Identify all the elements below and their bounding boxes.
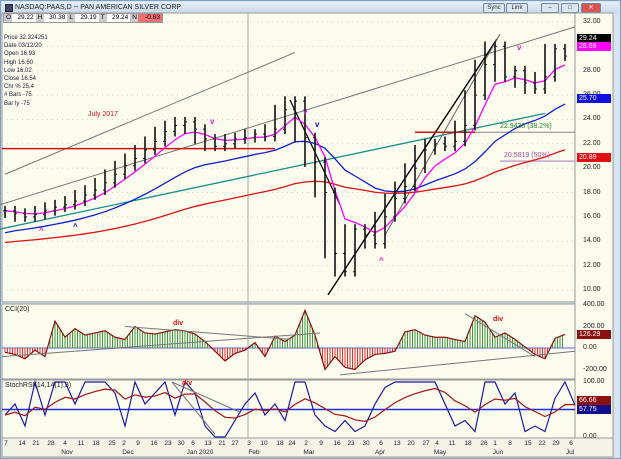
date-tick-label: 16: [150, 440, 158, 447]
month-label: Apr: [374, 449, 386, 456]
price-badge: 20.89: [577, 153, 611, 162]
date-tick-label: 4: [63, 440, 67, 447]
month-label: May: [433, 449, 447, 456]
chart-overlay: 32.0030.0028.0026.0024.0022.0020.0018.00…: [0, 0, 621, 459]
price-tick-label: 28.00: [583, 66, 601, 74]
date-tick-label: 16: [333, 440, 341, 447]
cci-value-badge: 126.29: [577, 330, 611, 339]
date-tick-label: 1: [493, 440, 497, 447]
price-tick-label: 20.00: [583, 164, 601, 172]
wave-marker: ^: [39, 226, 44, 235]
date-tick-label: 6: [191, 440, 195, 447]
date-tick-label: 28: [47, 440, 55, 447]
date-tick-label: 26: [480, 440, 488, 447]
date-tick-label: 2: [122, 440, 126, 447]
price-tick-label: 24.00: [583, 115, 601, 123]
month-label: Mar: [303, 449, 315, 456]
cci-tick-label: 400.00: [583, 301, 605, 308]
date-tick-label: 23: [347, 440, 355, 447]
date-tick-label: 11: [448, 440, 456, 447]
date-tick-label: 29: [552, 440, 560, 447]
price-tick-label: 14.00: [583, 237, 601, 245]
wave-marker: v: [517, 43, 522, 52]
cci-div-label: div: [173, 320, 184, 327]
price-tick-label: 18.00: [583, 188, 601, 196]
price-tick-label: 16.00: [583, 212, 601, 220]
price-badge: 28.69: [577, 42, 611, 51]
date-tick-label: 13: [204, 440, 212, 447]
date-tick-label: 21: [32, 440, 40, 447]
date-tick-label: 27: [231, 440, 239, 447]
month-label: Jan 2020: [186, 449, 214, 456]
date-tick-label: 13: [393, 440, 401, 447]
date-tick-label: 21: [218, 440, 226, 447]
date-tick-label: 27: [422, 440, 430, 447]
date-tick-label: 14: [18, 440, 26, 447]
month-label: Nov: [61, 449, 73, 456]
date-tick-label: 22: [538, 440, 546, 447]
july-2017-label: July 2017: [88, 111, 118, 118]
date-tick-label: 9: [136, 440, 140, 447]
date-tick-label: 7: [4, 440, 8, 447]
date-tick-label: 15: [524, 440, 532, 447]
price-tick-label: 22.00: [583, 139, 601, 147]
price-tick-label: 32.00: [583, 18, 601, 25]
date-tick-label: 23: [164, 440, 172, 447]
date-tick-label: 24: [288, 440, 296, 447]
date-tick-label: 30: [362, 440, 370, 447]
date-tick-label: 6: [379, 440, 383, 447]
date-tick-label: 18: [464, 440, 472, 447]
cci-title: CCI(20): [5, 306, 30, 313]
month-label: Jun: [492, 449, 504, 456]
month-label: Jul: [565, 449, 575, 456]
date-tick-label: 3: [247, 440, 251, 447]
date-tick-label: 8: [508, 440, 512, 447]
date-tick-label: 25: [108, 440, 116, 447]
stoch-slow-badge: 66.66: [577, 396, 611, 405]
fib-50-label: 20.5819 (50%): [504, 152, 550, 159]
cci-tick-label: -200.00: [583, 365, 607, 373]
cci-tick-label: 0.00: [583, 344, 597, 351]
month-label: Dec: [122, 449, 134, 456]
date-tick-label: 6: [569, 440, 573, 447]
wave-marker: v: [210, 117, 215, 126]
cci-div-label: div: [493, 316, 504, 323]
stoch-title: StochRSI(14,14(1),3): [5, 382, 72, 389]
date-tick-label: 18: [92, 440, 100, 447]
date-tick-label: 20: [407, 440, 415, 447]
date-tick-label: 10: [260, 440, 268, 447]
fib-38-label: 22.9438 (38.2%): [500, 123, 552, 130]
price-tick-label: 10.00: [583, 285, 601, 293]
wave-marker: ^: [73, 222, 78, 231]
wave-marker: v: [315, 120, 320, 129]
wave-marker: ^: [379, 256, 384, 265]
date-tick-label: 4: [435, 440, 439, 447]
date-tick-label: 18: [276, 440, 284, 447]
stoch-div-label: div: [182, 380, 193, 387]
stoch-tick-label: 0.00: [583, 433, 597, 440]
wave-marker: v: [303, 107, 308, 116]
date-tick-label: 9: [319, 440, 323, 447]
stoch-tick-label: 100.00: [583, 378, 605, 385]
stoch-fast-badge: 57.75: [577, 405, 611, 414]
date-tick-label: 30: [177, 440, 185, 447]
date-tick-label: 2: [304, 440, 308, 447]
cci-tick-label: 200.00: [583, 322, 605, 330]
date-tick-label: 11: [77, 440, 85, 447]
month-label: Feb: [248, 449, 260, 456]
price-tick-label: 12.00: [583, 261, 601, 269]
price-badge: 25.70: [577, 94, 611, 103]
